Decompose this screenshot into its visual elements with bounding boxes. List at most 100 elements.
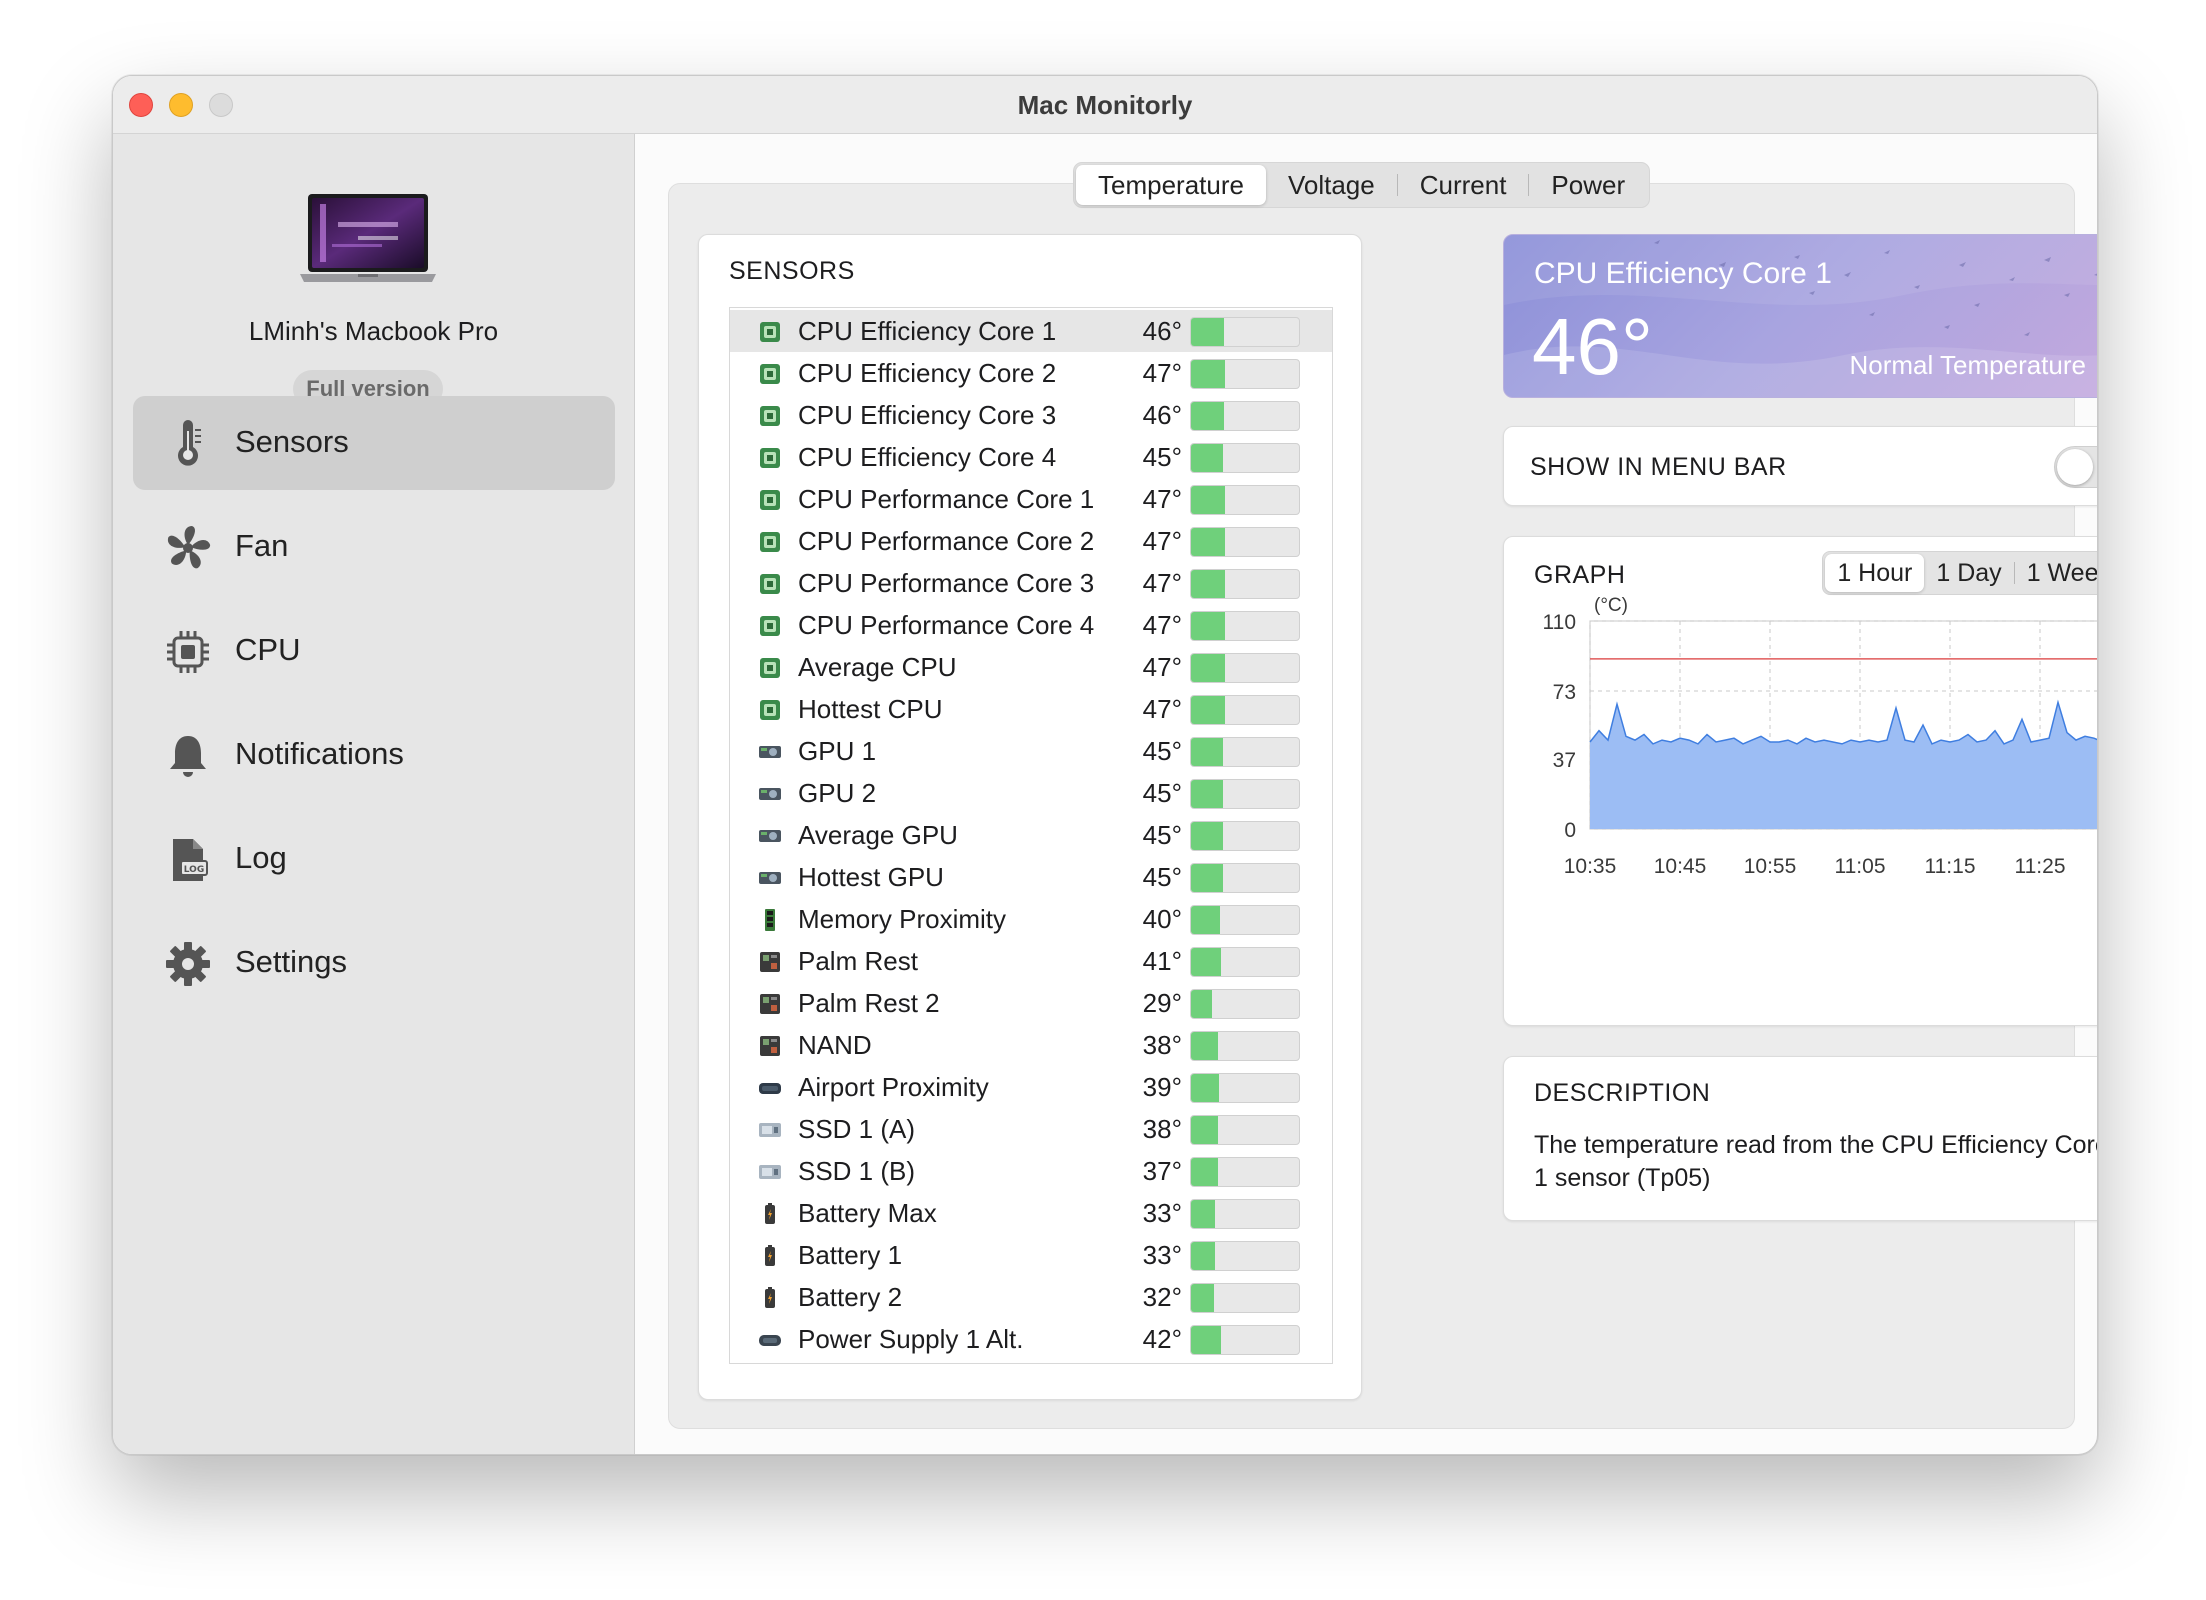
sensor-row[interactable]: Airport Proximity 39° [730,1066,1332,1108]
sensor-row[interactable]: CPU Efficiency Core 2 47° [730,352,1332,394]
sensor-level-bar [1190,695,1300,725]
sensor-value: 45° [1142,442,1182,472]
sensor-level-fill [1191,1284,1215,1312]
sensor-row[interactable]: Hottest CPU 47° [730,688,1332,730]
x-tick-label: 10:35 [1564,855,1617,878]
sensor-name: Power Supply 1 Alt. [798,1324,1024,1354]
sensor-level-bar [1190,1241,1300,1271]
sensor-value: 45° [1142,736,1182,766]
sidebar-item-label: Sensors [235,424,349,459]
tab-power[interactable]: Power [1529,165,1647,205]
sensor-type-tabs: Temperature Voltage Current Power [1073,162,1651,208]
sensor-level-bar [1190,443,1300,473]
sensor-row[interactable]: CPU Performance Core 4 47° [730,604,1332,646]
sidebar-item-settings[interactable]: Settings [133,916,615,1010]
sensor-row[interactable]: Palm Rest 41° [730,940,1332,982]
cpu-chip-icon [760,406,780,426]
sensor-row[interactable]: Memory Proximity 40° [730,898,1332,940]
sidebar-item-label: CPU [235,632,301,667]
sensor-level-bar [1190,821,1300,851]
sensor-level-bar [1190,527,1300,557]
sensor-row[interactable]: Average GPU 45° [730,814,1332,856]
sensor-level-fill [1191,864,1224,892]
menu-bar-card: SHOW IN MENU BAR [1503,426,2097,506]
tab-temperature[interactable]: Temperature [1076,165,1266,205]
sensor-row[interactable]: CPU Efficiency Core 1 46° [730,310,1332,352]
range-1-day[interactable]: 1 Day [1924,554,2013,592]
title-bar: Mac Monitorly [113,76,2097,134]
device-name: LMinh's Macbook Pro [248,316,499,346]
sensors-title: SENSORS [729,257,855,285]
sensor-row[interactable]: CPU Efficiency Core 4 45° [730,436,1332,478]
sensor-row[interactable]: GPU 1 45° [730,730,1332,772]
sensors-card: SENSORS CPU Efficiency Core 1 46° CPU Effi… [698,234,1362,1400]
sensor-row[interactable]: Battery Max 33° [730,1192,1332,1234]
sensor-row[interactable]: SSD 1 (B) 37° [730,1150,1332,1192]
sensor-level-bar [1190,1115,1300,1145]
graph-card: GRAPH 1 Hour 1 Day 1 Week 0 37 73 110 (°C) 10… [1503,536,2097,1026]
temperature-status: Normal Temperature [1849,350,2086,380]
sensor-name: Airport Proximity [798,1072,989,1102]
sensor-row[interactable]: Average CPU 47° [730,646,1332,688]
ssd-icon [759,1123,781,1137]
cpu-chip-icon [760,532,780,552]
sensor-row[interactable]: Power Supply 1 Alt. 42° [730,1318,1332,1360]
sensor-level-fill [1191,528,1225,556]
sidebar-item-label: Settings [235,944,348,979]
sensor-level-fill [1191,948,1221,976]
sensor-value: 46° [1142,400,1182,430]
sensor-row[interactable]: Battery 2 32° [730,1276,1332,1318]
sidebar-item-notifications[interactable]: Notifications [133,708,615,802]
sensor-level-bar [1190,401,1300,431]
sensor-row[interactable]: CPU Performance Core 1 47° [730,478,1332,520]
sensor-value: 40° [1142,904,1182,934]
cpu-chip-icon [760,658,780,678]
y-tick-label: 110 [1543,611,1576,634]
sensor-row[interactable]: CPU Efficiency Core 3 46° [730,394,1332,436]
range-1-week[interactable]: 1 Week [2015,554,2097,592]
toggle-knob [2057,449,2093,485]
sensor-level-bar [1190,1283,1300,1313]
sidebar-item-log[interactable]: LOG Log [133,812,615,906]
show-in-menu-bar-toggle[interactable] [2054,446,2097,488]
fan-icon [167,526,211,569]
sensor-level-fill [1191,612,1225,640]
range-1-hour[interactable]: 1 Hour [1825,554,1925,592]
banner-sensor-name: CPU Efficiency Core 1 [1534,257,1832,290]
x-tick-label: 10:55 [1744,855,1797,878]
sidebar-item-cpu[interactable]: CPU [133,604,615,698]
sidebar-item-fan[interactable]: Fan [133,500,615,594]
sensor-row[interactable]: Battery 1 33° [730,1234,1332,1276]
sensor-level-fill [1191,402,1225,430]
sidebar-item-sensors[interactable]: Sensors [133,396,615,490]
cpu-chip-icon [760,490,780,510]
sensor-name: Palm Rest [798,946,918,976]
sensor-list[interactable]: CPU Efficiency Core 1 46° CPU Efficiency C… [729,307,1333,1364]
tab-voltage[interactable]: Voltage [1266,165,1397,205]
banner-temperature: 46° [1532,302,1653,391]
sensor-level-fill [1191,444,1224,472]
sidebar-item-label: Log [235,840,287,875]
sensor-value: 47° [1142,484,1182,514]
sensor-row[interactable]: SSD 1 (A) 38° [730,1108,1332,1150]
sensor-row[interactable]: Palm Rest 2 29° [730,982,1332,1024]
sidebar-item-label: Notifications [235,736,404,771]
sensor-row[interactable]: CPU Performance Core 3 47° [730,562,1332,604]
sensor-row[interactable]: GPU 2 45° [730,772,1332,814]
sensor-level-bar [1190,485,1300,515]
x-tick-label: 11:15 [1925,855,1976,878]
sensor-name: Average CPU [798,652,957,682]
sensor-name: CPU Performance Core 3 [798,568,1095,598]
sensor-row[interactable]: CPU Performance Core 2 47° [730,520,1332,562]
sensor-row[interactable]: Hottest GPU 45° [730,856,1332,898]
sensor-row[interactable]: NAND 38° [730,1024,1332,1066]
sensor-value: 47° [1142,694,1182,724]
sensor-level-bar [1190,653,1300,683]
tab-current[interactable]: Current [1398,165,1529,205]
y-tick-label: 73 [1553,681,1576,704]
circuit-board-icon [760,952,780,972]
sensor-level-bar [1190,737,1300,767]
sensor-value: 29° [1142,988,1182,1018]
memory-stick-icon [765,909,775,931]
selected-sensor-banner: CPU Efficiency Core 1 46° Normal Tempera… [1503,234,2097,398]
